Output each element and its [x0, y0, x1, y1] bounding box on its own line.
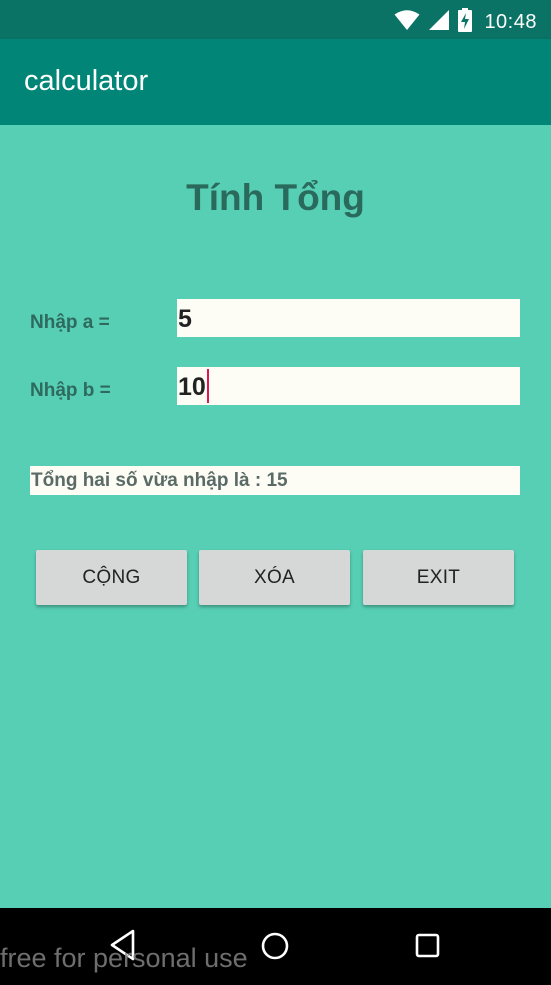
- home-icon[interactable]: [260, 931, 290, 966]
- status-bar: 10:48: [0, 0, 551, 39]
- input-b-value: 10: [178, 373, 206, 401]
- label-a: Nhập a =: [30, 312, 110, 333]
- input-b[interactable]: 10: [177, 367, 520, 405]
- wifi-icon: [394, 9, 420, 36]
- input-a-value: 5: [178, 305, 192, 333]
- battery-charging-icon: [458, 8, 473, 37]
- clear-button[interactable]: XÓA: [199, 550, 350, 605]
- watermark-text: free for personal use: [0, 943, 248, 973]
- status-time: 10:48: [484, 11, 537, 33]
- app-title: calculator: [24, 65, 149, 97]
- label-b: Nhập b =: [30, 380, 111, 401]
- exit-button[interactable]: EXIT: [363, 550, 514, 605]
- page-title: Tính Tổng: [186, 177, 365, 218]
- text-cursor: [206, 369, 209, 404]
- recents-icon[interactable]: [415, 933, 441, 964]
- status-icons: 10:48: [394, 8, 537, 37]
- app-bar: calculator: [0, 39, 551, 125]
- result-text: Tổng hai số vừa nhập là : 15: [30, 466, 520, 495]
- cellular-signal-icon: [428, 9, 450, 36]
- input-a[interactable]: 5: [177, 299, 520, 337]
- add-button[interactable]: CỘNG: [36, 550, 187, 605]
- main-content: Tính Tổng Nhập a = 5 Nhập b = 10 Tổng ha…: [0, 125, 551, 908]
